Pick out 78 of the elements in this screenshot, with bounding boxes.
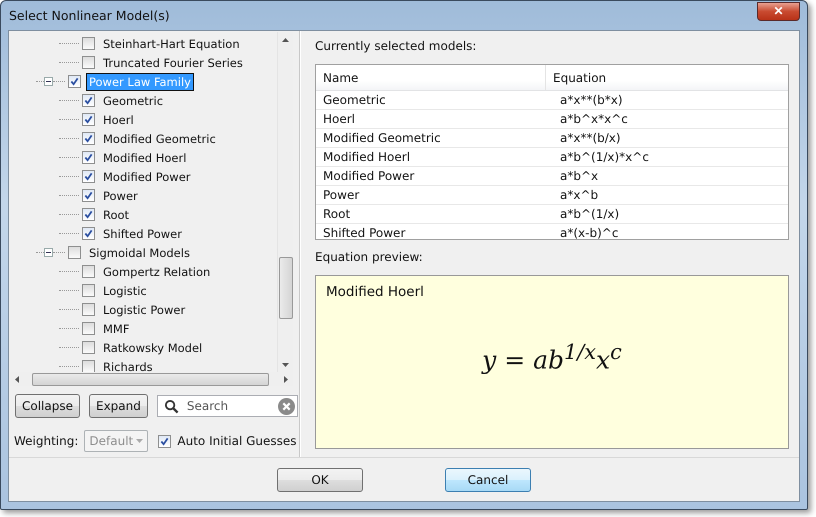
dialog-button[interactable]: OK (277, 468, 363, 492)
table-cell-text: a*b^x*x^c (559, 111, 628, 128)
tree-item[interactable]: Ratkowsky Model (100, 338, 206, 356)
section-label: Equation preview: (315, 250, 424, 264)
table-cell-text: Power (322, 187, 360, 204)
tree-item[interactable]: Hoerl (100, 110, 137, 128)
caret-icon (136, 439, 144, 443)
checkbox[interactable] (82, 113, 95, 126)
tree-button[interactable]: Collapse (15, 394, 80, 418)
tree-item[interactable]: Richards (100, 358, 156, 372)
tree-item[interactable]: Root (100, 206, 132, 224)
checkbox[interactable] (82, 94, 95, 107)
scroll-up-icon[interactable] (282, 38, 289, 42)
table-cell-text: a*b^x (559, 168, 598, 185)
tree-item[interactable]: Sigmoidal Models (86, 244, 193, 262)
scroll-down-icon[interactable] (282, 363, 289, 367)
checkbox[interactable] (82, 37, 95, 50)
tree-button[interactable]: Expand (89, 394, 148, 418)
table-cell-text: Root (322, 206, 352, 223)
table-cell-text: Geometric (322, 92, 387, 109)
weighting-label: Weighting: (14, 434, 78, 448)
search-icon (164, 398, 179, 414)
checkbox[interactable] (68, 75, 81, 88)
checkbox[interactable] (68, 246, 81, 259)
tree-item[interactable]: Power (100, 186, 141, 204)
checkbox[interactable] (82, 132, 95, 145)
tree-item[interactable]: MMF (100, 320, 132, 338)
scroll-right-icon[interactable] (284, 376, 288, 382)
tree-item[interactable]: Logistic Power (100, 300, 188, 318)
preview-title: Modified Hoerl (326, 284, 424, 300)
scrollbar-thumb[interactable] (278, 257, 292, 319)
tree-item[interactable]: Modified Power (100, 168, 194, 186)
clear-icon[interactable] (278, 398, 295, 414)
close-button[interactable]: ✕ (757, 2, 800, 20)
checkbox[interactable] (82, 170, 95, 183)
checkbox[interactable] (158, 434, 172, 448)
tree-item[interactable]: Modified Geometric (100, 130, 219, 148)
table-cell-text: Hoerl (322, 111, 356, 128)
checkbox[interactable] (82, 284, 95, 297)
table-cell-text: a*x**(b*x) (559, 92, 623, 109)
table-cell-text: a*(x-b)^c (559, 225, 618, 239)
section-label: Currently selected models: (315, 39, 478, 53)
search-field[interactable]: Search (156, 395, 298, 417)
window-title: Select Nonlinear Model(s) (8, 8, 170, 23)
checkbox[interactable] (82, 56, 95, 69)
checkbox[interactable] (82, 360, 95, 372)
column-header[interactable]: Name (316, 65, 546, 90)
table-cell-text: Modified Hoerl (322, 149, 412, 166)
table-cell-text: Shifted Power (322, 225, 406, 239)
table-cell-text: a*b^(1/x)*x^c (559, 149, 649, 166)
checkbox[interactable] (82, 341, 95, 354)
tree-item[interactable]: Shifted Power (100, 224, 185, 242)
scrollbar-thumb[interactable] (32, 372, 269, 386)
checkbox[interactable] (82, 208, 95, 221)
checkbox[interactable] (82, 189, 95, 202)
table-cell-text: a*b^(1/x) (559, 206, 620, 223)
table-cell-text: a*x**(b/x) (559, 130, 621, 147)
table-cell-text: Modified Geometric (322, 130, 442, 147)
equation: y = ab$^{1/x}$x$^{c}$ (482, 340, 622, 374)
checkbox[interactable] (82, 151, 95, 164)
tree-item[interactable]: Steinhart-Hart Equation (100, 34, 243, 52)
dialog-button[interactable]: Cancel (445, 468, 531, 492)
checkbox[interactable] (82, 227, 95, 240)
table-cell-text: Modified Power (322, 168, 416, 185)
tree-item[interactable]: Geometric (100, 92, 166, 110)
checkbox[interactable] (82, 322, 95, 335)
table-cell-text: a*x^b (559, 187, 598, 204)
tree-item[interactable]: Truncated Fourier Series (100, 54, 246, 72)
scroll-left-icon[interactable] (15, 376, 19, 382)
column-header[interactable]: Equation (546, 65, 606, 90)
checkbox[interactable] (82, 265, 95, 278)
tree-item[interactable]: Gompertz Relation (100, 262, 214, 280)
tree-item[interactable]: Logistic (100, 282, 150, 300)
collapse-icon[interactable] (44, 77, 53, 86)
checkbox-label: Auto Initial Guesses (177, 434, 297, 448)
collapse-icon[interactable] (44, 248, 53, 257)
checkbox[interactable] (82, 303, 95, 316)
tree-item[interactable]: Modified Hoerl (100, 148, 190, 166)
